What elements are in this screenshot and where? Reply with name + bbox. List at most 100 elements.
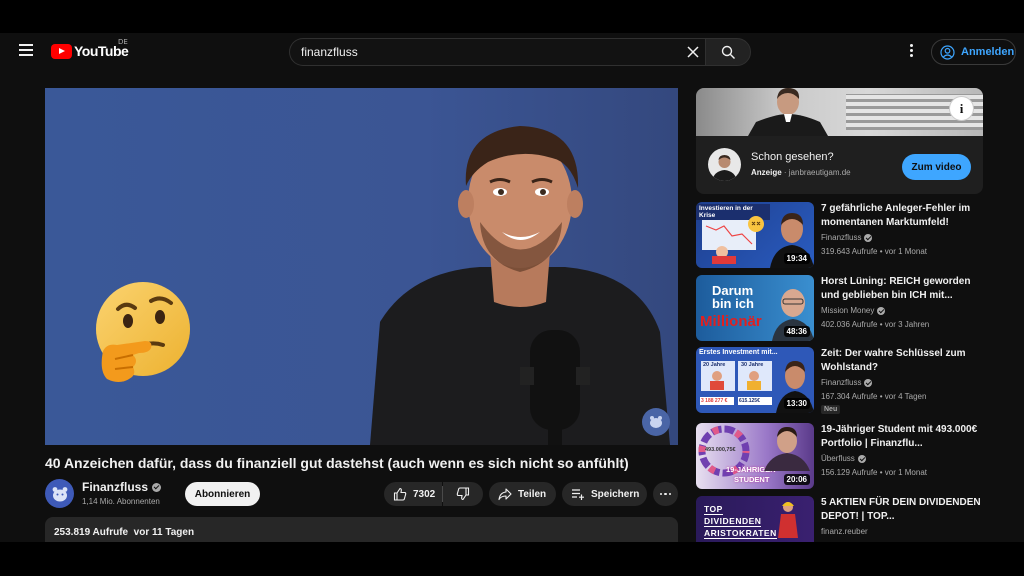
share-label: Teilen (518, 488, 547, 500)
recommended-channel[interactable]: Mission Money (821, 306, 886, 315)
recommended-channel[interactable]: Finanzfluss (821, 378, 873, 387)
recommended-meta: 156.129 Aufrufe • vor 1 Monat (821, 468, 927, 477)
like-count: 7302 (413, 488, 436, 500)
upload-date: vor 11 Tagen (133, 527, 195, 538)
settings-more-icon[interactable] (904, 43, 918, 59)
thumbnail-caption-2: DIVIDENDEN (704, 516, 762, 527)
video-player[interactable] (45, 88, 678, 445)
recommended-age: vor 3 Jahren (884, 320, 930, 329)
recommended-video[interactable]: Darum bin ich Millionär 48:36 Horst Lüni… (696, 275, 986, 343)
video-thumbnail[interactable]: Darum bin ich Millionär 48:36 (696, 275, 814, 341)
recommended-channel-name: finanz.reuber (821, 527, 868, 536)
channel-avatar[interactable] (45, 479, 74, 508)
thumbnail-value-1: 3 188 277 € (700, 397, 734, 405)
thumbnail-caption-1: TOP (704, 504, 723, 515)
thumbnail-value: 493.000,75€ (705, 447, 736, 453)
account-icon (940, 44, 955, 60)
thumbnail-value-2: 615.125€ (738, 397, 772, 405)
thumbnail-caption: Erstes Investment mit... (699, 349, 778, 356)
ad-card[interactable]: i Schon gesehen? Anzeige · janbraeutigam… (696, 88, 983, 194)
signin-button[interactable]: Anmelden (931, 39, 1016, 65)
menu-icon[interactable] (14, 42, 38, 60)
signin-label: Anmelden (961, 46, 1015, 58)
clear-search-icon[interactable] (686, 45, 700, 59)
recommended-age: vor 4 Tagen (884, 392, 927, 401)
share-icon (498, 488, 512, 501)
search-button[interactable] (705, 38, 751, 66)
ad-info-icon[interactable]: i (949, 96, 974, 121)
subscriber-count: 1,14 Mio. Abonnenten (82, 497, 160, 506)
thumbnail-caption-3: Millionär (700, 313, 762, 330)
recommended-video-title: Horst Lüning: REICH geworden und geblieb… (821, 276, 971, 301)
thumbnail-col-1: 20 Jahre (703, 362, 726, 368)
video-duration: 20:06 (783, 474, 810, 485)
channel-name-text: Finanzfluss (82, 480, 149, 494)
search-input[interactable] (301, 45, 671, 59)
recommended-video[interactable]: Erstes Investment mit... 20 Jahre 30 Jah… (696, 347, 986, 415)
recommended-channel-name: Überfluss (821, 454, 855, 463)
recommended-channel[interactable]: Überfluss (821, 454, 866, 463)
recommended-meta: 167.304 Aufrufe • vor 4 Tagen (821, 392, 927, 401)
recommended-video-title: Zeit: Der wahre Schlüssel zum Wohlstand? (821, 348, 966, 373)
verified-icon (864, 378, 873, 387)
thumbnail-caption-3: ARISTOKRATEN (704, 528, 777, 539)
video-duration: 13:30 (783, 398, 810, 409)
verified-icon (864, 233, 873, 242)
view-count: 253.819 Aufrufe (54, 527, 129, 538)
recommended-video[interactable]: Investieren in der Krise 19:34 7 gefährl… (696, 202, 986, 270)
recommended-video[interactable]: TOP DIVIDENDEN ARISTOKRATEN 5 AKTIEN FÜR… (696, 496, 986, 542)
recommended-video[interactable]: 493.000,75€ 19-JÄHRIGER STUDENT 20:06 19… (696, 423, 986, 491)
subscribe-button[interactable]: Abonnieren (185, 482, 260, 506)
thumbs-down-icon (456, 487, 470, 501)
ad-label: Anzeige (751, 168, 782, 177)
ad-domain: janbraeutigam.de (788, 168, 851, 177)
dislike-button[interactable] (443, 482, 483, 506)
search-box (289, 38, 705, 66)
recommended-channel-name: Mission Money (821, 306, 875, 315)
recommended-channel[interactable]: Finanzfluss (821, 233, 873, 242)
channel-watermark-icon[interactable] (642, 408, 670, 436)
view-count-and-date: 253.819 Aufrufe vor 11 Tagen (54, 527, 194, 538)
recommended-video-title: 5 AKTIEN FÜR DEIN DIVIDENDEN DEPOT! | TO… (821, 497, 981, 522)
more-actions-button[interactable] (653, 482, 678, 506)
description-box[interactable]: 253.819 Aufrufe vor 11 Tagen (45, 517, 678, 542)
ad-banner-image (696, 88, 983, 136)
save-button[interactable]: Speichern (562, 482, 647, 506)
channel-name[interactable]: Finanzfluss (82, 480, 162, 494)
verified-icon (857, 454, 866, 463)
recommended-video-title: 19-Jähriger Student mit 493.000€ Portfol… (821, 424, 978, 449)
thumbnail-col-2: 30 Jahre (741, 362, 764, 368)
thumbnail-caption-2: STUDENT (734, 475, 770, 484)
thumbnail-caption-2: bin ich (712, 296, 754, 311)
recommended-channel[interactable]: finanz.reuber (821, 527, 868, 536)
video-title: 40 Anzeichen dafür, dass du finanziell g… (45, 455, 629, 471)
recommended-views: 156.129 Aufrufe (821, 468, 878, 477)
share-button[interactable]: Teilen (489, 482, 556, 506)
video-thumbnail[interactable]: 493.000,75€ 19-JÄHRIGER STUDENT 20:06 (696, 423, 814, 489)
recommended-views: 402.036 Aufrufe (821, 320, 878, 329)
recommended-channel-name: Finanzfluss (821, 233, 862, 242)
recommended-age: vor 1 Monat (884, 247, 927, 256)
recommended-meta: 402.036 Aufrufe • vor 3 Jahren (821, 320, 930, 329)
video-duration: 48:36 (783, 326, 810, 337)
video-thumbnail[interactable]: Erstes Investment mit... 20 Jahre 30 Jah… (696, 347, 814, 413)
video-thumbnail[interactable]: TOP DIVIDENDEN ARISTOKRATEN (696, 496, 814, 542)
ad-cta-button[interactable]: Zum video (902, 154, 971, 180)
ad-advertiser-avatar[interactable] (708, 148, 741, 181)
finanzfluss-logo-icon (52, 486, 67, 501)
save-label: Speichern (591, 488, 640, 500)
youtube-watch-page: YouTube DE Anmelden (0, 33, 1024, 542)
youtube-logo[interactable]: YouTube DE (51, 38, 129, 60)
thumbs-up-icon (393, 487, 407, 501)
presenter-image (370, 126, 670, 445)
like-button[interactable]: 7302 (384, 482, 442, 506)
new-badge: Neu (821, 405, 841, 414)
video-thumbnail[interactable]: Investieren in der Krise 19:34 (696, 202, 814, 268)
thinking-face-emoji-icon (96, 282, 190, 382)
recommended-views: 319.643 Aufrufe (821, 247, 878, 256)
recommended-channel-name: Finanzfluss (821, 378, 862, 387)
recommended-views: 167.304 Aufrufe (821, 392, 878, 401)
recommended-age: vor 1 Monat (884, 468, 927, 477)
verified-icon (877, 306, 886, 315)
region-code: DE (118, 38, 128, 46)
